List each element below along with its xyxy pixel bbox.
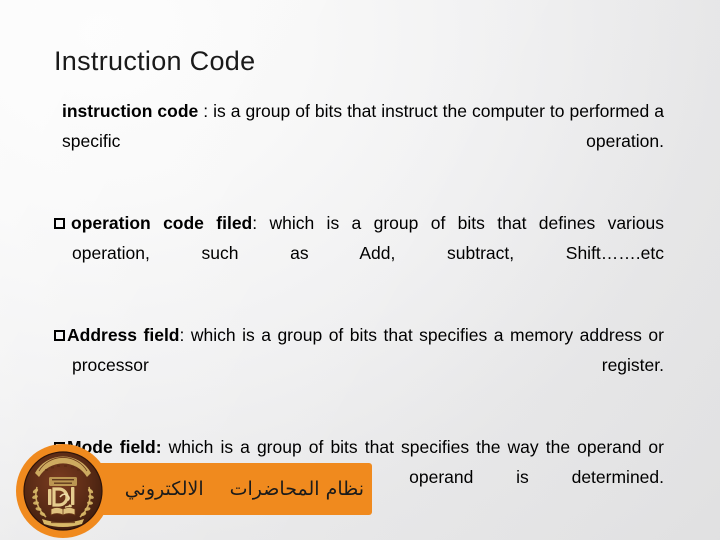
paragraph-3-bold-lead: Address field	[67, 325, 180, 345]
paragraph-2-bold-lead: operation code filed	[71, 213, 253, 233]
paragraph-instruction-code: instruction code : is a group of bits th…	[54, 96, 664, 186]
slide-body: instruction code : is a group of bits th…	[54, 96, 664, 522]
hollow-square-bullet-icon	[54, 218, 65, 229]
presentation-slide: Instruction Code instruction code : is a…	[0, 0, 720, 540]
university-seal-logo	[15, 443, 111, 539]
hollow-square-bullet-icon	[54, 330, 65, 341]
footer-text-secondary: الالكتروني	[124, 477, 204, 500]
paragraph-1-bold-lead: instruction code	[62, 101, 199, 121]
footer-banner-text: نظام المحاضرات الالكتروني	[124, 477, 364, 500]
footer-text-main: نظام المحاضرات	[229, 477, 364, 500]
paragraph-address-field: Address field: which is a group of bits …	[54, 320, 664, 410]
slide-title: Instruction Code	[54, 46, 256, 76]
paragraph-operation-code-field: operation code filed: which is a group o…	[54, 208, 664, 298]
